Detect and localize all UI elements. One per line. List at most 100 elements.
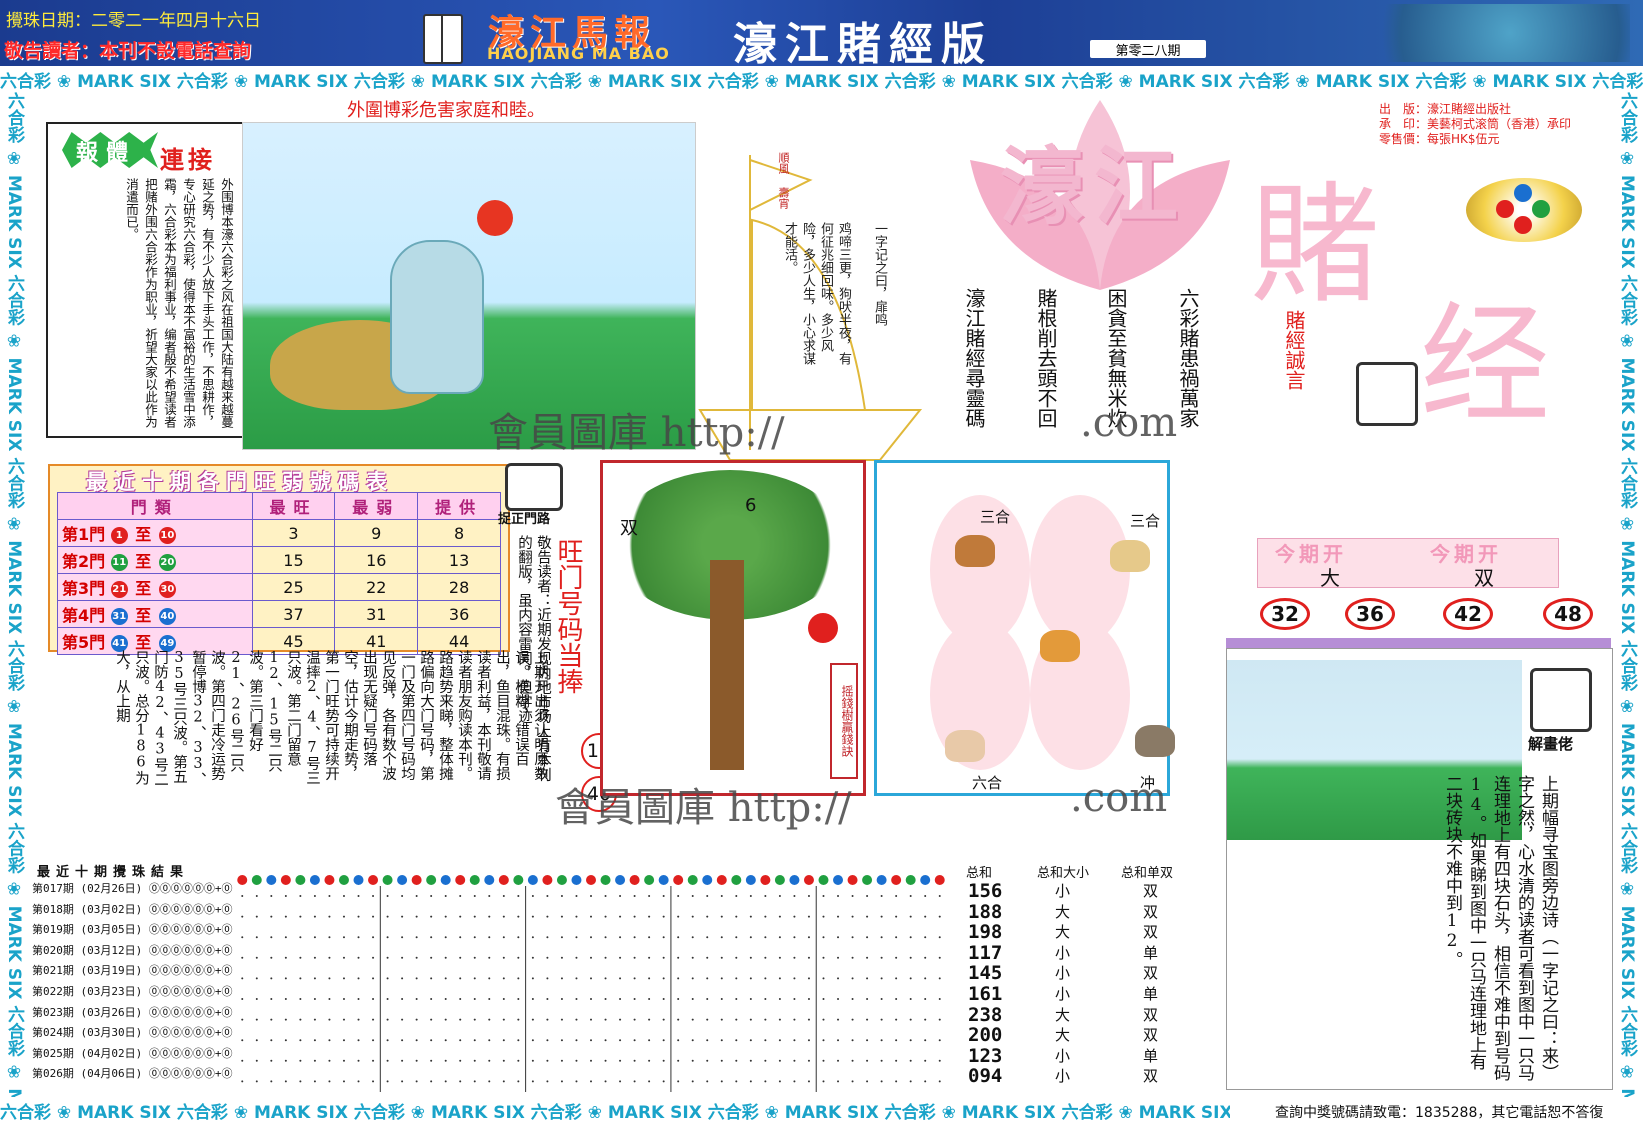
door-cell: 第2門 11 至 20 (57, 546, 253, 574)
grid-dot (778, 895, 781, 897)
grid-dot (793, 936, 796, 939)
grid-dot (575, 1059, 578, 1062)
catch-notice: 敬告读者：近期发现内地市场上有本刊的翻版，虽内容雷同，但字迹 (516, 535, 551, 782)
grid-dot (822, 998, 825, 1000)
draw-row-sum: 117 (968, 941, 1003, 964)
grid-dot (633, 895, 636, 897)
ball-header-dot (847, 875, 858, 885)
grid-dot (270, 998, 273, 1000)
cold-cell: 22 (334, 573, 419, 601)
grid-dot (299, 915, 302, 918)
grid-dot (299, 998, 302, 1000)
zodiac-label-bl: 六合 (972, 774, 1003, 792)
grid-dot (735, 1018, 738, 1021)
grid-dot (604, 956, 607, 959)
ball-header-dot (891, 875, 902, 885)
grid-dot (299, 1059, 302, 1062)
grid-dot (807, 936, 810, 939)
grid-dot (255, 1080, 258, 1083)
grid-dot (444, 895, 447, 897)
grid-dot (430, 998, 433, 1000)
grid-dot (401, 956, 404, 959)
grid-dot (851, 895, 854, 897)
grid-dot (677, 1080, 680, 1083)
grid-dot (342, 998, 345, 1000)
grid-dot (866, 1059, 869, 1062)
zodiac-label-tl: 三合 (980, 508, 1011, 526)
grid-dot (444, 956, 447, 959)
tree-label-left: 双 (620, 518, 638, 539)
draw-row-label: 第020期 (03月12日) ⓪⓪⓪⓪⓪⓪+⓪ (32, 943, 233, 957)
grid-dot (604, 977, 607, 980)
grid-dot (691, 1018, 694, 1021)
grid-dot (473, 1080, 476, 1083)
result-number: 36 (1345, 598, 1395, 630)
ball-to: 10 (158, 527, 176, 544)
grid-dot (851, 998, 854, 1000)
grid-dot (822, 895, 825, 897)
grid-dot (313, 956, 316, 959)
grid-dot (488, 1018, 491, 1021)
grid-dot (866, 1039, 869, 1042)
grid-dot (241, 915, 244, 918)
grid-dot (604, 1018, 607, 1021)
grid-dot (444, 1080, 447, 1083)
ball-header-dot (862, 875, 873, 885)
ball-header-dot (251, 875, 262, 885)
marksix-strip-top: 六合彩 ❀ MARK SIX 六合彩 ❀ MARK SIX 六合彩 ❀ MARK… (0, 72, 1643, 91)
ball-header-dot (280, 875, 291, 885)
grid-dot (662, 998, 665, 1000)
grid-dot (546, 956, 549, 959)
tree-trunk (710, 560, 744, 770)
grid-dot (837, 1018, 840, 1021)
grid-dot (633, 998, 636, 1000)
tip-cell: 8 (417, 519, 501, 547)
grid-dot (619, 936, 622, 939)
grid-dot (633, 1080, 636, 1083)
grid-dot (328, 915, 331, 918)
grid-dot (735, 1059, 738, 1062)
grid-dot (619, 956, 622, 959)
grid-dot (284, 915, 287, 918)
grid-dot (604, 936, 607, 939)
grid-dot (822, 1080, 825, 1083)
grid-dot (531, 1080, 534, 1083)
grid-dot (706, 1059, 709, 1062)
grid-dot (459, 956, 462, 959)
grid-dot (749, 998, 752, 1000)
grid-dot (691, 1039, 694, 1042)
grid-dot (415, 1080, 418, 1083)
grid-dot (546, 1018, 549, 1021)
grid-dot (822, 1039, 825, 1042)
gem-icon (1514, 216, 1532, 234)
grid-dot (822, 977, 825, 980)
grid-dot (372, 1059, 375, 1062)
grid-dot (909, 1080, 912, 1083)
grid-dot (822, 1018, 825, 1021)
grid-dot (662, 1059, 665, 1062)
grid-dot (415, 895, 418, 897)
grid-dot (517, 1080, 520, 1083)
grid-dot (372, 936, 375, 939)
grid-dot (372, 1018, 375, 1021)
cold-cell: 9 (334, 519, 419, 547)
grid-dot (415, 956, 418, 959)
tip-cell: 13 (417, 546, 501, 574)
grid-dot (837, 977, 840, 980)
grid-dot (924, 1080, 927, 1083)
grid-dot (590, 956, 592, 959)
draw-row-bigsmall: 大 (1055, 1026, 1071, 1045)
grid-dot (590, 1080, 592, 1083)
grid-dot (735, 915, 738, 918)
grid-dot (778, 1059, 781, 1062)
grid-dot (313, 895, 316, 897)
grid-dot (546, 977, 549, 980)
grid-dot (386, 977, 389, 980)
grid-dot (735, 936, 738, 939)
door-label: 第3門 (62, 579, 106, 598)
grid-dot (924, 915, 927, 918)
draw-row-label: 第023期 (03月26日) ⓪⓪⓪⓪⓪⓪+⓪ (32, 1005, 233, 1019)
ball-header-dot (353, 875, 364, 885)
grid-dot (575, 895, 578, 897)
reader-notice: 敬告讀者：本刊不設電話查詢 (4, 40, 252, 62)
